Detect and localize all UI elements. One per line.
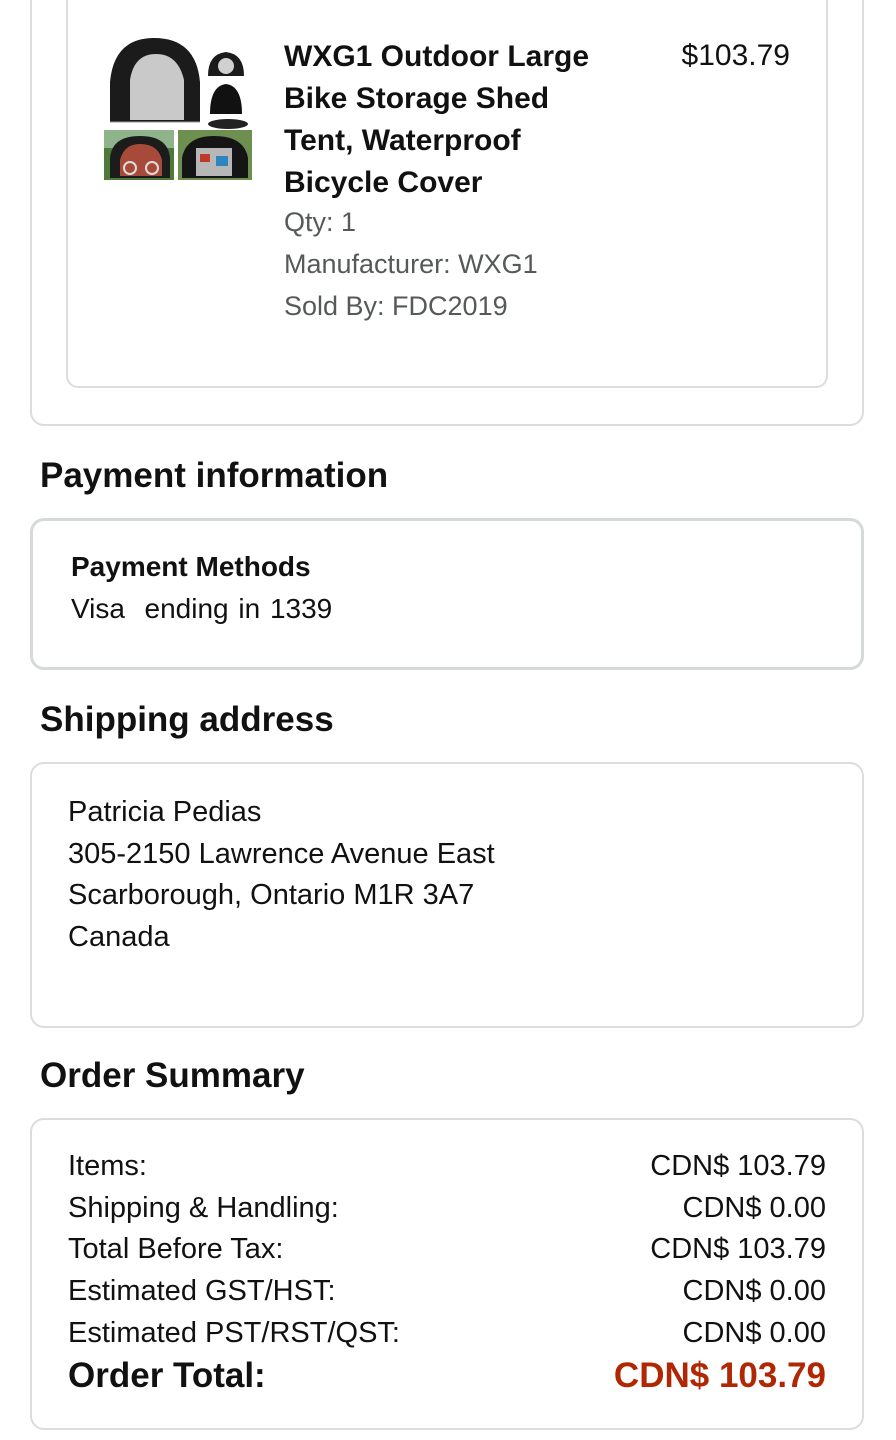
summary-row-shipping: Shipping & Handling: CDN$ 0.00 bbox=[68, 1190, 826, 1226]
order-summary-heading: Order Summary bbox=[40, 1056, 305, 1095]
product-title-link[interactable]: WXG1 Outdoor Large Bike Storage Shed Ten… bbox=[284, 36, 644, 204]
summary-value: CDN$ 103.79 bbox=[650, 1233, 826, 1265]
summary-row-order-total: Order Total: CDN$ 103.79 bbox=[68, 1358, 826, 1394]
summary-row-pst: Estimated PST/RST/QST: CDN$ 0.00 bbox=[68, 1315, 826, 1351]
order-details-page: WXG1 Outdoor Large Bike Storage Shed Ten… bbox=[0, 0, 896, 1440]
shipping-heading: Shipping address bbox=[40, 700, 334, 739]
summary-row-items: Items: CDN$ 103.79 bbox=[68, 1148, 826, 1184]
order-total-value: CDN$ 103.79 bbox=[613, 1356, 826, 1395]
payment-methods-card[interactable]: Payment Methods Visa ending in 1339 bbox=[30, 518, 864, 670]
payment-heading: Payment information bbox=[40, 456, 389, 495]
payment-method-value: Visa ending in 1339 bbox=[71, 593, 333, 624]
summary-label: Items: bbox=[68, 1150, 147, 1182]
product-title-line: Tent, Waterproof bbox=[284, 124, 521, 157]
product-thumbnail[interactable] bbox=[104, 34, 252, 182]
summary-row-before-tax: Total Before Tax: CDN$ 103.79 bbox=[68, 1231, 826, 1267]
summary-label: Estimated PST/RST/QST: bbox=[68, 1317, 400, 1349]
order-summary-card: Items: CDN$ 103.79 Shipping & Handling: … bbox=[30, 1118, 864, 1430]
item-price: $103.79 bbox=[681, 39, 790, 72]
item-sold-by: Sold By: FDC2019 bbox=[284, 291, 508, 321]
address-country: Canada bbox=[68, 921, 170, 953]
summary-value: CDN$ 103.79 bbox=[650, 1150, 826, 1182]
item-quantity: Qty: 1 bbox=[284, 207, 357, 237]
address-street: 305-2150 Lawrence Avenue East bbox=[68, 838, 495, 870]
item-manufacturer: Manufacturer: WXG1 bbox=[284, 249, 538, 279]
summary-row-gst: Estimated GST/HST: CDN$ 0.00 bbox=[68, 1273, 826, 1309]
summary-label: Estimated GST/HST: bbox=[68, 1275, 336, 1307]
product-title-line: Bicycle Cover bbox=[284, 166, 483, 199]
summary-label: Total Before Tax: bbox=[68, 1233, 284, 1265]
summary-value: CDN$ 0.00 bbox=[682, 1275, 826, 1307]
summary-label: Shipping & Handling: bbox=[68, 1192, 339, 1224]
summary-value: CDN$ 0.00 bbox=[682, 1317, 826, 1349]
address-city: Scarborough, Ontario M1R 3A7 bbox=[68, 879, 475, 911]
payment-methods-label: Payment Methods bbox=[71, 551, 311, 582]
shipping-address-card: Patricia Pedias 305-2150 Lawrence Avenue… bbox=[30, 762, 864, 1028]
product-title-line: WXG1 Outdoor Large bbox=[284, 40, 590, 73]
order-total-label: Order Total: bbox=[68, 1356, 266, 1395]
recipient-name: Patricia Pedias bbox=[68, 796, 262, 828]
product-title-line: Bike Storage Shed bbox=[284, 82, 550, 115]
summary-value: CDN$ 0.00 bbox=[682, 1192, 826, 1224]
